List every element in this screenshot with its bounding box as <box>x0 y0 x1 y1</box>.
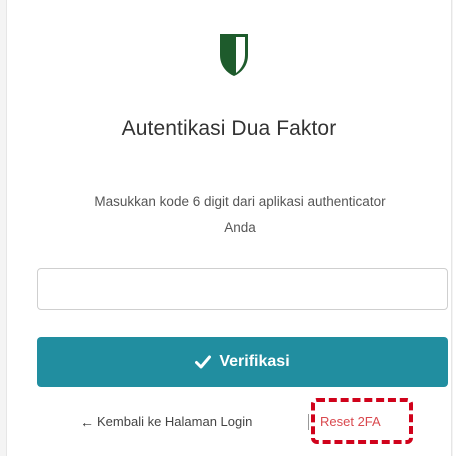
arrow-left-icon: ← <box>80 414 94 430</box>
two-factor-card: Autentikasi Dua Faktor Masukkan kode 6 d… <box>6 0 452 456</box>
verify-button-label: Verifikasi <box>219 353 290 370</box>
code-input[interactable] <box>37 268 448 310</box>
instruction-line-2: Anda <box>224 220 256 235</box>
link-divider <box>308 414 309 430</box>
shield-icon <box>220 34 248 76</box>
back-to-login-link[interactable]: ← Kembali ke Halaman Login <box>80 412 252 432</box>
back-to-login-label: Kembali ke Halaman Login <box>97 414 253 429</box>
footer-links: ← Kembali ke Halaman Login Reset 2FA <box>7 398 451 444</box>
verify-button[interactable]: Verifikasi <box>37 337 448 387</box>
instruction-text: Masukkan kode 6 digit dari aplikasi auth… <box>35 189 445 241</box>
reset-2fa-link[interactable]: Reset 2FA <box>320 412 381 432</box>
page-title: Autentikasi Dua Faktor <box>121 117 337 140</box>
instruction-line-1: Masukkan kode 6 digit dari aplikasi auth… <box>94 194 386 209</box>
check-icon <box>195 355 212 369</box>
